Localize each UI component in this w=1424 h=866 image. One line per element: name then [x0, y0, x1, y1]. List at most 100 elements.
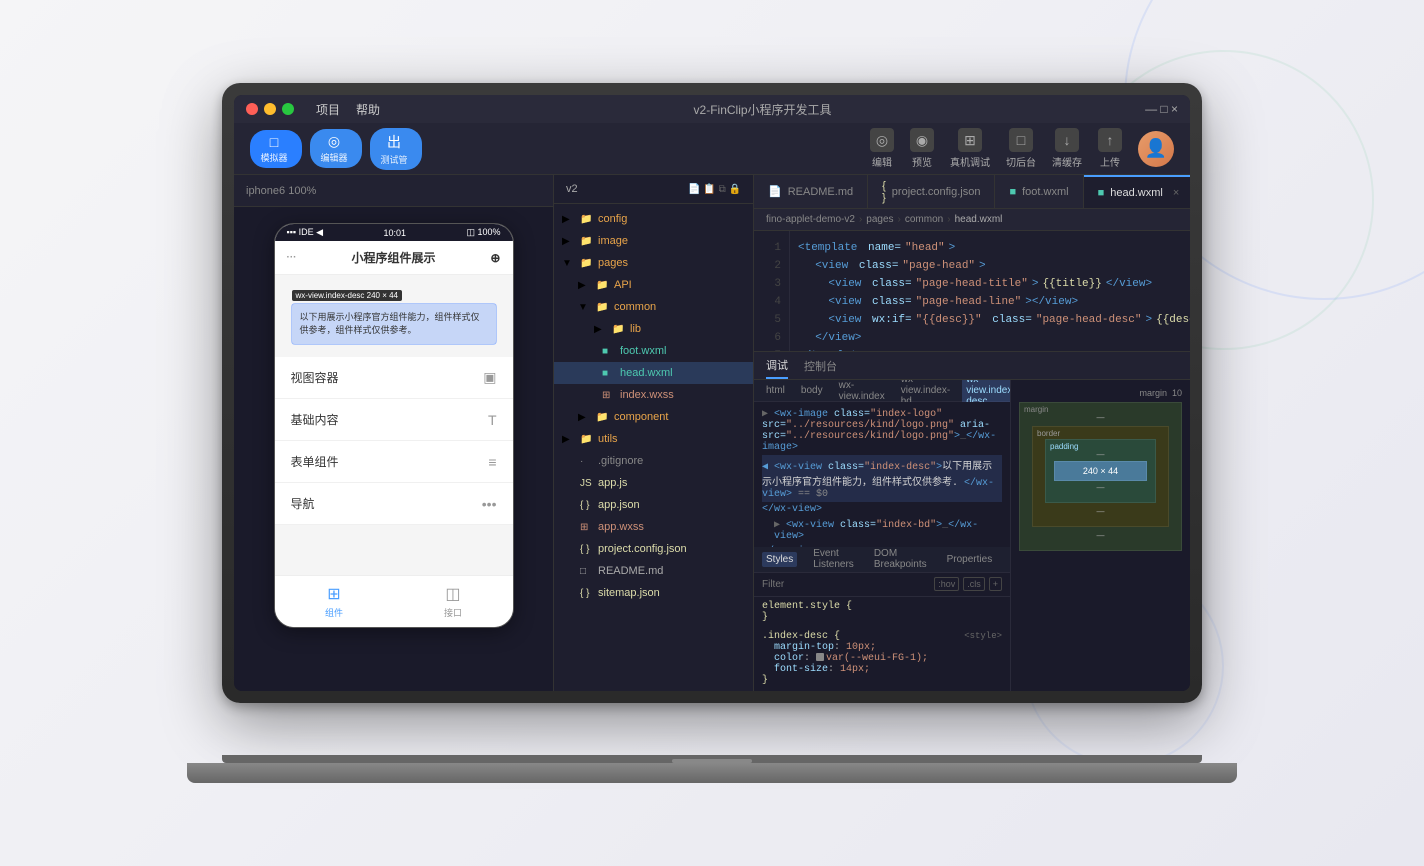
line-num-4: 4 [754, 293, 789, 311]
box-model-border-bottom: — [1041, 507, 1160, 516]
phone-frame: ▪▪▪ IDE ◀ 10:01 ◫ 100% ··· 小程序组件展示 ⊕ [274, 223, 514, 628]
tab-foot-wxml-icon: ■ [1009, 186, 1016, 198]
phone-menu-item-2[interactable]: 基础内容 T [275, 399, 513, 441]
tree-item-lib[interactable]: ▶ 📁 lib [554, 318, 753, 340]
tree-item-app-json[interactable]: { } app.json [554, 494, 753, 516]
tab-foot-wxml[interactable]: ■ foot.wxml [995, 175, 1083, 208]
html-tag-index[interactable]: wx-view.index [835, 380, 889, 403]
title-bar: 项目 帮助 v2-FinClip小程序开发工具 — □ × [234, 95, 1190, 123]
filter-cls[interactable]: .cls [963, 577, 985, 591]
style-tab-styles[interactable]: Styles [762, 552, 797, 567]
code-line-4: <view class="page-head-line"></view> [798, 293, 1182, 311]
tree-label-gitignore: .gitignore [598, 455, 643, 467]
tree-item-index-wxss[interactable]: ⊞ index.wxss [554, 384, 753, 406]
style-tab-events[interactable]: Event Listeners [809, 547, 858, 573]
phone-nav-components[interactable]: ⊞ 组件 [325, 584, 343, 619]
tab-foot-wxml-label: foot.wxml [1022, 186, 1068, 198]
tree-item-sitemap[interactable]: { } sitemap.json [554, 582, 753, 604]
file-tree-body: ▶ 📁 config ▶ 📁 image [554, 204, 753, 691]
box-model-content: 240 × 44 [1054, 461, 1147, 481]
filter-add[interactable]: + [989, 577, 1002, 591]
file-icon: JS [580, 478, 594, 489]
styles-panel: Styles Event Listeners DOM Breakpoints P… [754, 547, 1010, 692]
test-button[interactable]: 出 测试管 [370, 128, 422, 170]
tree-item-common[interactable]: ▼ 📁 common [554, 296, 753, 318]
user-avatar[interactable]: 👤 [1138, 131, 1174, 167]
tab-head-wxml[interactable]: ■ head.wxml × [1084, 175, 1190, 208]
tree-item-readme[interactable]: □ README.md [554, 560, 753, 582]
filter-hov[interactable]: :hov [934, 577, 959, 591]
code-content[interactable]: <template name="head"> <view class="page… [790, 231, 1190, 351]
tree-item-app-wxss[interactable]: ⊞ app.wxss [554, 516, 753, 538]
close-button[interactable] [246, 103, 258, 115]
tab-project-config-icon: { } [882, 180, 886, 204]
editor-button[interactable]: ◎ 编辑器 [310, 129, 362, 168]
phone-menu-item-3[interactable]: 表单组件 ≡ [275, 441, 513, 483]
tree-item-utils[interactable]: ▶ 📁 utils [554, 428, 753, 450]
tree-item-head-wxml[interactable]: ■ head.wxml [554, 362, 753, 384]
tab-project-config[interactable]: { } project.config.json [868, 175, 995, 208]
action-device-debug[interactable]: ⊞ 真机调试 [950, 128, 990, 169]
tree-label-app-wxss: app.wxss [598, 521, 644, 533]
action-preview[interactable]: ◉ 预览 [910, 128, 934, 169]
style-tab-breakpoints[interactable]: DOM Breakpoints [870, 547, 931, 573]
dom-tree-item-3: </wx-view> [762, 502, 1002, 517]
phone-menu-item-4[interactable]: 导航 ••• [275, 483, 513, 525]
laptop-body: 项目 帮助 v2-FinClip小程序开发工具 — □ × □ 模拟器 ◎ [222, 83, 1202, 703]
html-tag-body[interactable]: body [797, 384, 827, 397]
devtools-content: html body wx-view.index wx-view.index-hd… [754, 380, 1190, 691]
file-tree-root: v2 [566, 183, 578, 195]
folder-icon: 📁 [580, 236, 594, 247]
tree-item-foot-wxml[interactable]: ■ foot.wxml [554, 340, 753, 362]
action-upload[interactable]: ↑ 上传 [1098, 128, 1122, 169]
menu-item-project[interactable]: 项目 [316, 101, 340, 118]
tree-item-image[interactable]: ▶ 📁 image [554, 230, 753, 252]
file-tree-panel: v2 📄 📋 ⧉ 🔒 ▶ 📁 config [554, 175, 754, 691]
tree-item-api[interactable]: ▶ 📁 API [554, 274, 753, 296]
window-title: v2-FinClip小程序开发工具 [386, 101, 1139, 118]
devtools-panel: 调试 控制台 html body wx-view.index wx-vie [754, 351, 1190, 691]
tree-item-config[interactable]: ▶ 📁 config [554, 208, 753, 230]
devtools-tab-console[interactable]: 控制台 [804, 354, 837, 378]
tab-readme[interactable]: 📄 README.md [754, 175, 868, 208]
window-buttons: — □ × [1145, 102, 1178, 116]
devtools-tab-debug[interactable]: 调试 [766, 353, 788, 379]
css-rule-index-desc: .index-desc { <style> margin-top: 10px; [762, 631, 1002, 686]
code-line-6: </view> [798, 329, 1182, 347]
expand-icon: ▶ [562, 236, 576, 247]
box-model-margin-label: margin 10 [1019, 388, 1182, 398]
laptop-screen: 项目 帮助 v2-FinClip小程序开发工具 — □ × □ 模拟器 ◎ [234, 95, 1190, 691]
filter-input[interactable] [762, 579, 926, 590]
action-clear-cache[interactable]: ↓ 清缓存 [1052, 128, 1082, 169]
tree-item-pages[interactable]: ▼ 📁 pages [554, 252, 753, 274]
phone-signal: ▪▪▪ IDE ◀ [287, 227, 324, 238]
tree-item-project-config[interactable]: { } project.config.json [554, 538, 753, 560]
action-upload-label: 上传 [1100, 154, 1120, 169]
tree-item-app-js[interactable]: JS app.js [554, 472, 753, 494]
menu-item-label-4: 导航 [291, 495, 315, 512]
phone-nav-api[interactable]: ◫ 接口 [444, 584, 462, 619]
breadcrumb: fino-applet-demo-v2 › pages › common › h… [754, 209, 1190, 231]
maximize-button[interactable] [282, 103, 294, 115]
phone-menu-item-1[interactable]: 视图容器 ▣ [275, 357, 513, 399]
action-background[interactable]: □ 切后台 [1006, 128, 1036, 169]
box-model-padding-label: padding [1050, 442, 1078, 451]
background-icon: □ [1009, 128, 1033, 152]
tab-close-icon[interactable]: × [1173, 187, 1179, 199]
action-edit[interactable]: ◎ 编辑 [870, 128, 894, 169]
menu-item-help[interactable]: 帮助 [356, 101, 380, 118]
tree-label-sitemap: sitemap.json [598, 587, 660, 599]
tree-label-utils: utils [598, 433, 618, 445]
styles-tabs: Styles Event Listeners DOM Breakpoints P… [754, 547, 1010, 573]
line-num-3: 3 [754, 275, 789, 293]
html-tag-html[interactable]: html [762, 384, 789, 397]
tree-item-component[interactable]: ▶ 📁 component [554, 406, 753, 428]
phone-bottom-nav: ⊞ 组件 ◫ 接口 [275, 575, 513, 627]
phone-content: wx-view.index-desc 240 × 44 以下用展示小程序官方组件… [275, 275, 513, 575]
simulator-button[interactable]: □ 模拟器 [250, 130, 302, 168]
box-model-padding: padding — 240 × 44 [1045, 439, 1156, 503]
tree-item-gitignore[interactable]: · .gitignore [554, 450, 753, 472]
tab-project-config-label: project.config.json [892, 186, 981, 198]
style-tab-properties[interactable]: Properties [943, 552, 997, 567]
minimize-button[interactable] [264, 103, 276, 115]
